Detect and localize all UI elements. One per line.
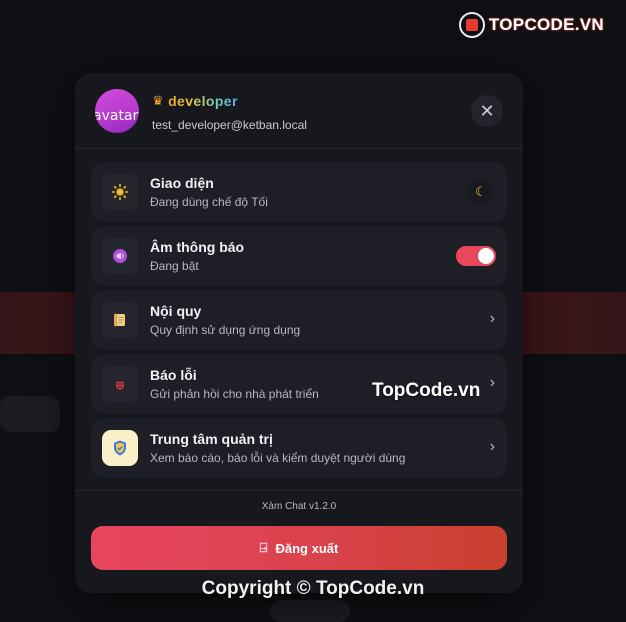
setting-title: Âm thông báo [150, 239, 245, 255]
app-version: Xàm Chat v1.2.0 [261, 501, 337, 512]
copyright-watermark: Copyright © TopCode.vn [201, 578, 425, 599]
user-role: ♛ developer [152, 93, 238, 109]
divider [75, 490, 523, 491]
setting-rules[interactable]: Nội quy Quy định sử dụng ứng dụng › [91, 290, 507, 350]
setting-theme[interactable]: Giao diện Đang dùng chế độ Tối ☾ [91, 162, 507, 222]
setting-subtitle: Đang dùng chế độ Tối [150, 195, 268, 209]
sound-toggle[interactable] [456, 246, 496, 266]
setting-subtitle: Quy định sử dụng ứng dụng [150, 323, 301, 337]
shield-icon [102, 430, 138, 466]
crown-icon: ♛ [152, 93, 165, 108]
moon-icon: ☾ [475, 184, 487, 199]
topcode-logo-icon [458, 12, 485, 38]
theme-toggle-button[interactable]: ☾ [467, 178, 495, 206]
setting-title: Nội quy [150, 303, 202, 319]
settings-list: Giao diện Đang dùng chế độ Tối ☾ Âm thôn… [91, 162, 507, 482]
settings-panel: avatar ♛ developer test_developer@ketban… [75, 73, 523, 593]
sun-icon [102, 174, 138, 210]
setting-title: Trung tâm quản trị [150, 431, 273, 447]
chevron-right-icon: › [489, 310, 495, 327]
role-label: developer [168, 93, 238, 109]
profile-header: avatar ♛ developer test_developer@ketban… [75, 73, 523, 149]
chevron-right-icon: › [489, 374, 495, 391]
background-element [0, 396, 60, 432]
setting-title: Báo lỗi [150, 367, 197, 383]
setting-title: Giao diện [150, 175, 214, 191]
toggle-knob [478, 248, 494, 264]
speaker-icon [102, 238, 138, 274]
logout-icon: ⍈ [259, 540, 268, 555]
setting-subtitle: Gửi phản hồi cho nhà phát triển [150, 387, 319, 401]
bug-icon [102, 366, 138, 402]
setting-admin-center[interactable]: Trung tâm quản trị Xem báo cáo, báo lỗi … [91, 418, 507, 478]
avatar-alt-text: avatar [95, 108, 139, 124]
chevron-right-icon: › [489, 438, 495, 455]
setting-notification-sound[interactable]: Âm thông báo Đang bật [91, 226, 507, 286]
setting-subtitle: Xem báo cáo, báo lỗi và kiểm duyệt người… [150, 451, 406, 465]
topcode-logo: TOPCODE.VN [458, 10, 604, 40]
topcode-logo-text: TOPCODE.VN [488, 15, 604, 34]
scroll-icon [102, 302, 138, 338]
setting-subtitle: Đang bật [150, 259, 199, 273]
background-element [270, 600, 350, 622]
close-icon: ✕ [479, 101, 495, 121]
logout-button[interactable]: ⍈ Đăng xuất [91, 526, 507, 570]
avatar[interactable]: avatar [95, 89, 139, 133]
logout-label: Đăng xuất [275, 540, 339, 556]
close-button[interactable]: ✕ [471, 95, 503, 127]
user-email: test_developer@ketban.local [152, 118, 307, 132]
watermark-text: TopCode.vn [372, 380, 481, 401]
